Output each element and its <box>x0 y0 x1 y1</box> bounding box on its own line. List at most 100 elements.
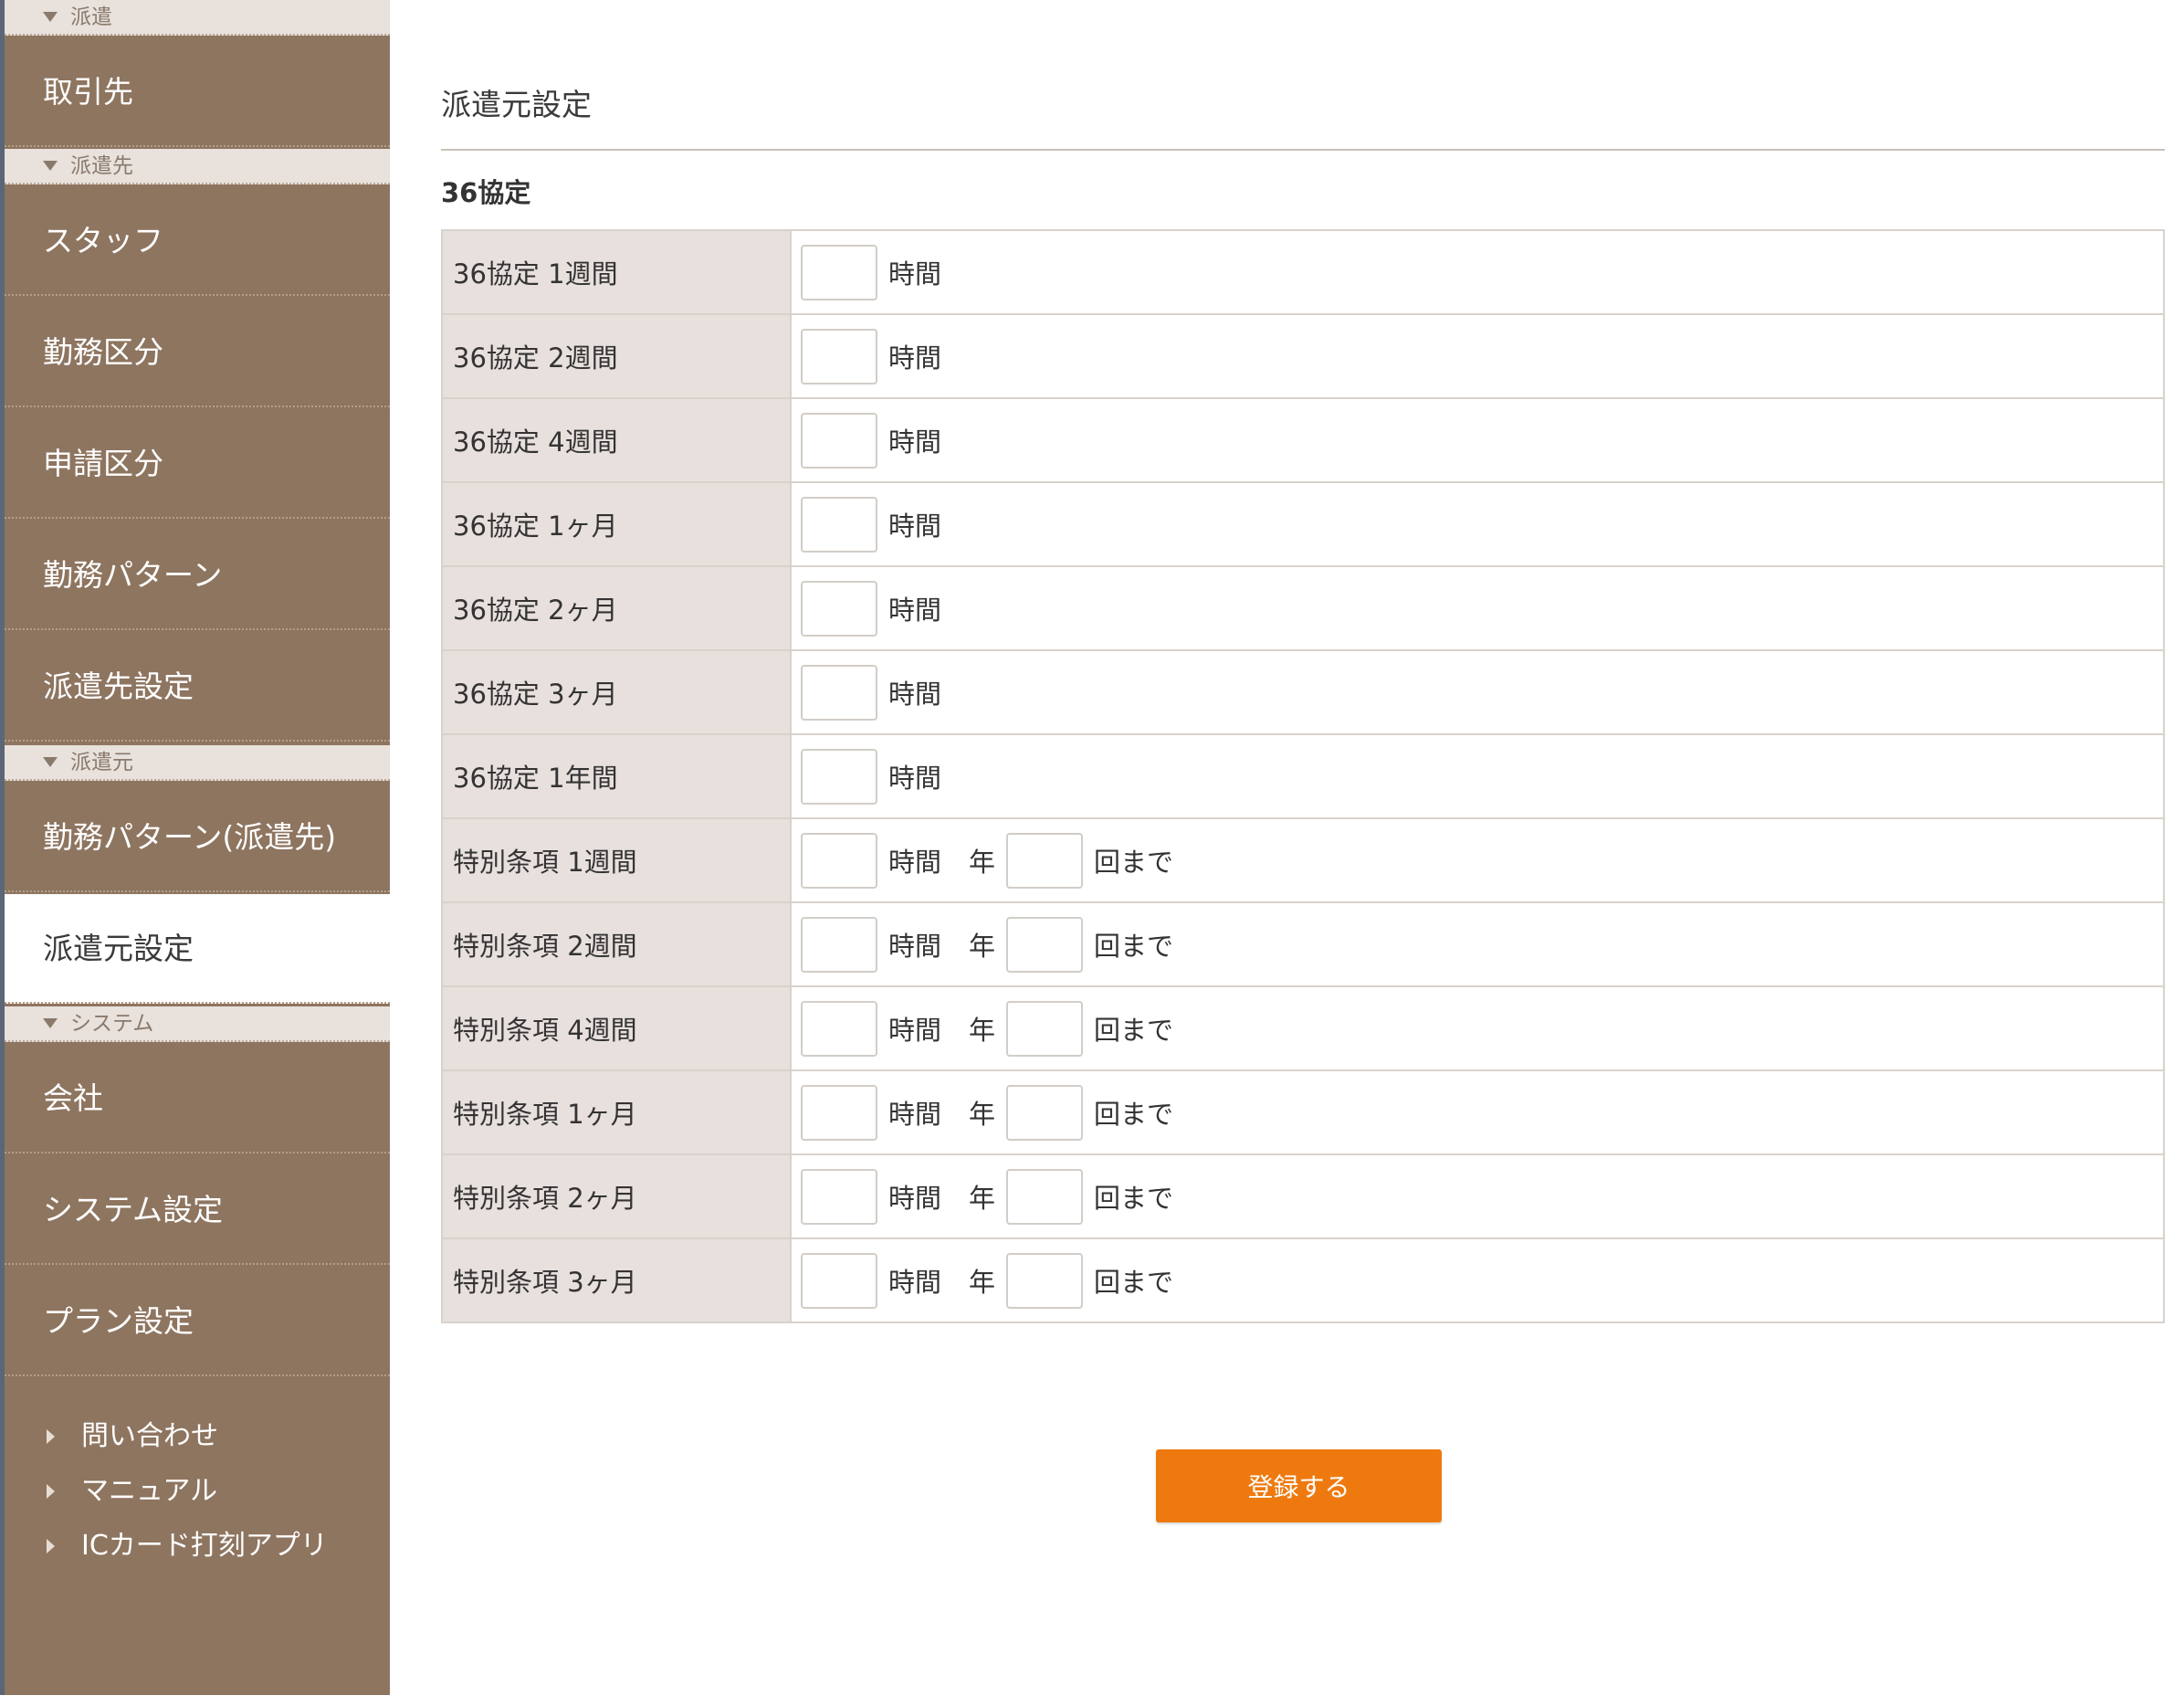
sidebar-item-work-category[interactable]: 勤務区分 <box>5 298 390 407</box>
sidebar-item-dispatch-source-settings[interactable]: 派遣元設定 <box>5 894 390 1004</box>
row-label: 特別条項 3ヶ月 <box>441 1237 792 1323</box>
sidebar-item-plan-settings[interactable]: プラン設定 <box>5 1267 390 1376</box>
hours-unit-label: 時間 <box>888 258 942 290</box>
hours-input[interactable] <box>801 1168 877 1225</box>
row-inputs: 時間年 回まで <box>801 1155 2163 1237</box>
footer-link-manual[interactable]: マニュアル <box>5 1469 390 1514</box>
row-label: 36協定 1週間 <box>441 229 792 315</box>
hours-input[interactable] <box>801 916 877 973</box>
row-value-cell: 時間 <box>790 481 2165 567</box>
row-inputs: 時間 <box>801 735 2163 817</box>
row-value-cell: 時間 <box>790 313 2165 399</box>
submit-button[interactable]: 登録する <box>1156 1449 1442 1522</box>
table-row: 36協定 4週間 時間 <box>441 397 2165 483</box>
row-label: 36協定 4週間 <box>441 397 792 483</box>
table-row: 36協定 1年間 時間 <box>441 733 2165 819</box>
row-label: 特別条項 1週間 <box>441 817 792 903</box>
triangle-down-icon <box>43 757 58 767</box>
sidebar-item-request-category[interactable]: 申請区分 <box>5 409 390 519</box>
times-suffix-label: 回まで <box>1094 1015 1174 1046</box>
row-value-cell: 時間 <box>790 229 2165 315</box>
times-per-year-input[interactable] <box>1006 1252 1084 1309</box>
row-inputs: 時間 <box>801 399 2163 481</box>
hours-unit-label: 時間 <box>888 1099 942 1130</box>
hours-unit-label: 時間 <box>888 1267 942 1298</box>
year-label: 年 <box>969 1267 996 1298</box>
hours-input[interactable] <box>801 664 877 721</box>
row-label: 36協定 2ヶ月 <box>441 565 792 651</box>
hours-input[interactable] <box>801 748 877 805</box>
triangle-right-icon <box>47 1429 55 1444</box>
times-per-year-input[interactable] <box>1006 1168 1084 1225</box>
hours-unit-label: 時間 <box>888 847 942 878</box>
row-label: 36協定 3ヶ月 <box>441 649 792 735</box>
row-value-cell: 時間 <box>790 733 2165 819</box>
row-value-cell: 時間 <box>790 565 2165 651</box>
row-inputs: 時間 <box>801 315 2163 397</box>
row-inputs: 時間年 回まで <box>801 819 2163 901</box>
table-row: 36協定 2ヶ月 時間 <box>441 565 2165 651</box>
hours-unit-label: 時間 <box>888 763 942 794</box>
times-suffix-label: 回まで <box>1094 1267 1174 1298</box>
sidebar-item-company[interactable]: 会社 <box>5 1044 390 1153</box>
hours-input[interactable] <box>801 580 877 637</box>
hours-input[interactable] <box>801 1252 877 1309</box>
footer-link-contact[interactable]: 問い合わせ <box>5 1414 390 1459</box>
year-label: 年 <box>969 847 996 878</box>
row-label: 特別条項 4週間 <box>441 985 792 1071</box>
row-label: 特別条項 2ヶ月 <box>441 1153 792 1239</box>
row-inputs: 時間年 回まで <box>801 1239 2163 1322</box>
footer-link-ic-card-app[interactable]: ICカード打刻アプリ <box>5 1523 390 1569</box>
hours-input[interactable] <box>801 1084 877 1141</box>
times-per-year-input[interactable] <box>1006 832 1084 889</box>
hours-input[interactable] <box>801 412 877 469</box>
year-label: 年 <box>969 1099 996 1130</box>
sidebar-item-work-pattern-client[interactable]: 勤務パターン(派遣先) <box>5 783 390 892</box>
hours-unit-label: 時間 <box>888 426 942 458</box>
row-value-cell: 時間年 回まで <box>790 1237 2165 1323</box>
row-value-cell: 時間年 回まで <box>790 985 2165 1071</box>
sidebar-section-header[interactable]: 派遣 <box>5 0 390 36</box>
times-suffix-label: 回まで <box>1094 931 1174 962</box>
sidebar-item-work-pattern[interactable]: 勤務パターン <box>5 521 390 630</box>
divider <box>441 149 2165 151</box>
sidebar-item-staff[interactable]: スタッフ <box>5 186 390 296</box>
sidebar-item-system-settings[interactable]: システム設定 <box>5 1155 390 1265</box>
sidebar-item-clients[interactable]: 取引先 <box>5 37 390 147</box>
hours-unit-label: 時間 <box>888 595 942 626</box>
times-per-year-input[interactable] <box>1006 1000 1084 1057</box>
table-row: 特別条項 2週間 時間年 回まで <box>441 901 2165 987</box>
table-row: 36協定 3ヶ月 時間 <box>441 649 2165 735</box>
row-inputs: 時間年 回まで <box>801 987 2163 1069</box>
hours-input[interactable] <box>801 244 877 300</box>
row-value-cell: 時間 <box>790 649 2165 735</box>
hours-unit-label: 時間 <box>888 1183 942 1214</box>
row-inputs: 時間年 回まで <box>801 903 2163 985</box>
hours-input[interactable] <box>801 1000 877 1057</box>
times-suffix-label: 回まで <box>1094 1099 1174 1130</box>
hours-input[interactable] <box>801 832 877 889</box>
table-row: 36協定 1ヶ月 時間 <box>441 481 2165 567</box>
hours-input[interactable] <box>801 496 877 553</box>
row-inputs: 時間年 回まで <box>801 1071 2163 1153</box>
row-inputs: 時間 <box>801 567 2163 649</box>
times-per-year-input[interactable] <box>1006 916 1084 973</box>
triangle-down-icon <box>43 12 58 22</box>
table-row: 特別条項 4週間 時間年 回まで <box>441 985 2165 1071</box>
triangle-right-icon <box>47 1484 55 1499</box>
table-row: 36協定 1週間 時間 <box>441 229 2165 315</box>
sidebar-section-header[interactable]: 派遣先 <box>5 149 390 184</box>
hours-input[interactable] <box>801 328 877 384</box>
sidebar-item-client-settings[interactable]: 派遣先設定 <box>5 632 390 742</box>
sidebar-section-header[interactable]: システム <box>5 1006 390 1042</box>
sidebar-section-header[interactable]: 派遣元 <box>5 745 390 781</box>
table-row: 特別条項 1ヶ月 時間年 回まで <box>441 1069 2165 1155</box>
hours-unit-label: 時間 <box>888 511 942 542</box>
row-value-cell: 時間 <box>790 397 2165 483</box>
row-label: 特別条項 2週間 <box>441 901 792 987</box>
times-suffix-label: 回まで <box>1094 847 1174 878</box>
triangle-down-icon <box>43 161 58 171</box>
triangle-right-icon <box>47 1539 55 1553</box>
row-value-cell: 時間年 回まで <box>790 1153 2165 1239</box>
times-per-year-input[interactable] <box>1006 1084 1084 1141</box>
